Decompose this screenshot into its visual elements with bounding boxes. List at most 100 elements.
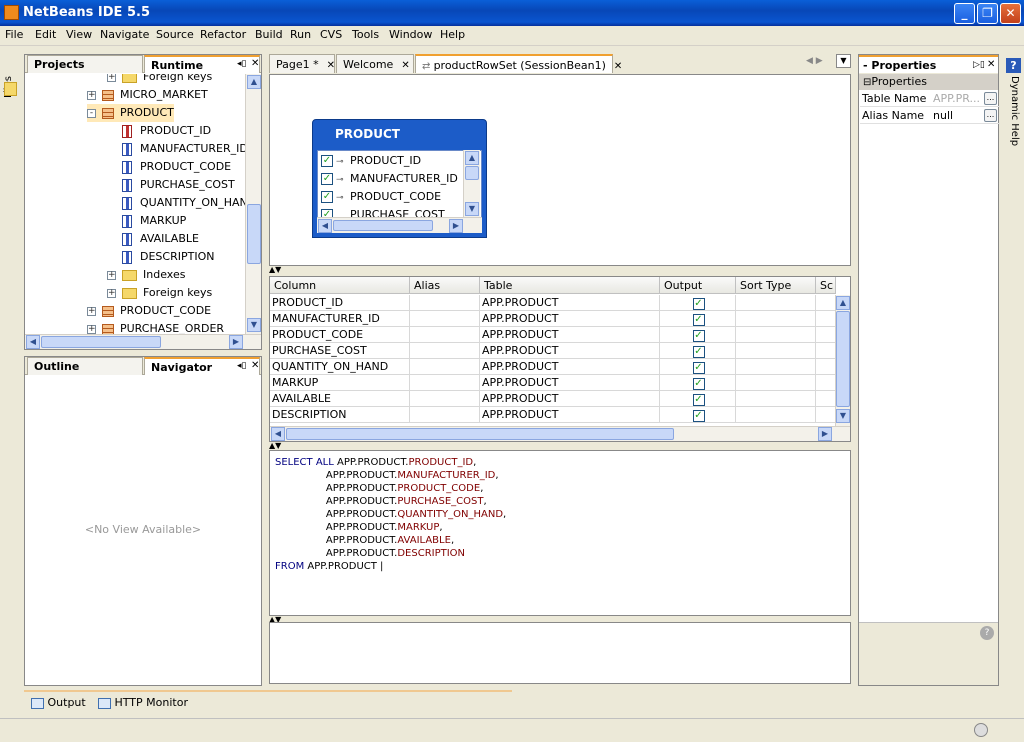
output-checkbox[interactable]: ✓ bbox=[692, 314, 705, 326]
tab-welcome[interactable]: Welcome ✕ bbox=[336, 54, 414, 73]
http-monitor-tab[interactable]: HTTP Monitor bbox=[98, 696, 188, 709]
grid-header-0[interactable]: Column bbox=[270, 277, 410, 294]
output-checkbox[interactable]: ✓ bbox=[692, 378, 705, 390]
menu-tools[interactable]: Tools bbox=[352, 28, 379, 41]
h-scroll-thumb[interactable] bbox=[41, 336, 161, 348]
tree-item[interactable]: + Foreign keys bbox=[107, 284, 212, 302]
expand-icon[interactable]: + bbox=[87, 324, 96, 334]
grid-cell-alias[interactable] bbox=[410, 407, 480, 423]
grid-cell-alias[interactable] bbox=[410, 343, 480, 359]
diagram-splitter-icon[interactable]: ▲▼ bbox=[269, 266, 851, 274]
output-checkbox[interactable]: ✓ bbox=[692, 298, 705, 310]
grid-cell-sort-type[interactable] bbox=[736, 359, 816, 375]
property-value[interactable]: null bbox=[933, 107, 953, 124]
close-window-button[interactable]: ✕ bbox=[1000, 3, 1021, 24]
menu-edit[interactable]: Edit bbox=[35, 28, 56, 41]
grid-cell-column[interactable]: QUANTITY_ON_HAND bbox=[270, 359, 410, 375]
grid-cell-output[interactable]: ✓ bbox=[660, 375, 736, 391]
scroll-right-icon[interactable]: ▶ bbox=[449, 219, 463, 233]
grid-cell-column[interactable]: PRODUCT_ID bbox=[270, 295, 410, 311]
output-checkbox[interactable]: ✓ bbox=[692, 410, 705, 422]
grid-cell-table[interactable]: APP.PRODUCT bbox=[480, 311, 660, 327]
menu-run[interactable]: Run bbox=[290, 28, 311, 41]
grid-cell-alias[interactable] bbox=[410, 327, 480, 343]
column-checkbox[interactable]: ✓ bbox=[321, 173, 333, 185]
tree-item[interactable]: PRODUCT_ID bbox=[122, 122, 211, 140]
tree-item[interactable]: + PRODUCT_CODE bbox=[87, 302, 211, 320]
scroll-up-icon[interactable]: ▲ bbox=[465, 151, 479, 165]
expand-icon[interactable]: + bbox=[107, 270, 116, 280]
tree-item[interactable]: PURCHASE_COST bbox=[122, 176, 235, 194]
grid-header-3[interactable]: Output bbox=[660, 277, 736, 294]
table-box-column[interactable]: ✓ ⊸ PRODUCT_CODE bbox=[321, 188, 441, 205]
grid-cell-sort-type[interactable] bbox=[736, 375, 816, 391]
minimize-button[interactable]: _ bbox=[954, 3, 975, 24]
scroll-left-icon[interactable]: ◀ bbox=[271, 427, 285, 441]
expand-icon[interactable]: + bbox=[87, 90, 96, 100]
grid-cell-sort-order[interactable] bbox=[816, 295, 836, 311]
tab-runtime[interactable]: Runtime ◂▯ ✕ bbox=[144, 55, 260, 73]
grid-cell-table[interactable]: APP.PRODUCT bbox=[480, 391, 660, 407]
dynamic-help-rail-tab[interactable]: Dynamic Help bbox=[1006, 76, 1020, 156]
tree-item[interactable]: MARKUP bbox=[122, 212, 186, 230]
tree-item[interactable]: + Foreign keys bbox=[107, 74, 212, 86]
menu-view[interactable]: View bbox=[66, 28, 92, 41]
expand-icon[interactable]: + bbox=[87, 306, 96, 316]
tree-item[interactable]: + MICRO_MARKET bbox=[87, 86, 208, 104]
minimize-panel-icon[interactable]: ▷▯ bbox=[973, 60, 985, 70]
output-checkbox[interactable]: ✓ bbox=[692, 346, 705, 358]
property-table-name[interactable]: Table Name APP.PR... ... bbox=[860, 90, 1000, 107]
grid-cell-output[interactable]: ✓ bbox=[660, 391, 736, 407]
grid-cell-sort-type[interactable] bbox=[736, 311, 816, 327]
grid-cell-output[interactable]: ✓ bbox=[660, 343, 736, 359]
menu-source[interactable]: Source bbox=[156, 28, 194, 41]
grid-cell-table[interactable]: APP.PRODUCT bbox=[480, 343, 660, 359]
scroll-left-icon[interactable]: ◀ bbox=[318, 219, 332, 233]
property-value[interactable]: APP.PR... bbox=[933, 90, 980, 107]
maximize-button[interactable]: ❐ bbox=[977, 3, 998, 24]
grid-cell-alias[interactable] bbox=[410, 359, 480, 375]
close-panel-icon[interactable]: ✕ bbox=[251, 58, 259, 69]
scroll-up-icon[interactable]: ▲ bbox=[836, 296, 850, 310]
table-box-vscroll[interactable]: ▲ ▼ bbox=[463, 150, 480, 218]
grid-cell-column[interactable]: PURCHASE_COST bbox=[270, 343, 410, 359]
table-box-column[interactable]: ✓ ⊸ PRODUCT_ID bbox=[321, 152, 421, 169]
grid-cell-sort-order[interactable] bbox=[816, 327, 836, 343]
output-checkbox[interactable]: ✓ bbox=[692, 330, 705, 342]
grid-cell-alias[interactable] bbox=[410, 295, 480, 311]
scroll-down-icon[interactable]: ▼ bbox=[465, 202, 479, 216]
tab-projects[interactable]: Projects bbox=[27, 55, 143, 73]
menu-file[interactable]: File bbox=[5, 28, 23, 41]
grid-cell-alias[interactable] bbox=[410, 391, 480, 407]
h-scroll-thumb[interactable] bbox=[286, 428, 674, 440]
scroll-thumb[interactable] bbox=[465, 166, 479, 180]
tree-item[interactable]: MANUFACTURER_ID bbox=[122, 140, 245, 158]
tree-item[interactable]: QUANTITY_ON_HAND bbox=[122, 194, 245, 212]
properties-section[interactable]: ⊟Properties bbox=[859, 74, 998, 90]
expand-icon[interactable]: + bbox=[107, 74, 116, 82]
tab-page1[interactable]: Page1 * ✕ bbox=[269, 54, 335, 73]
property-alias-name[interactable]: Alias Name null ... bbox=[860, 107, 1000, 124]
tree-item[interactable]: - PRODUCT bbox=[87, 104, 174, 122]
output-tab[interactable]: Output bbox=[31, 696, 86, 709]
grid-cell-sort-order[interactable] bbox=[816, 359, 836, 375]
grid-cell-table[interactable]: APP.PRODUCT bbox=[480, 359, 660, 375]
tab-list-dropdown-icon[interactable]: ▼ bbox=[836, 54, 851, 68]
memory-icon[interactable] bbox=[974, 723, 988, 737]
scroll-thumb[interactable] bbox=[247, 204, 261, 264]
grid-cell-column[interactable]: MANUFACTURER_ID bbox=[270, 311, 410, 327]
menu-help[interactable]: Help bbox=[440, 28, 465, 41]
grid-cell-column[interactable]: PRODUCT_CODE bbox=[270, 327, 410, 343]
scroll-thumb[interactable] bbox=[836, 311, 850, 407]
product-table-box[interactable]: PRODUCT ✓ ⊸ PRODUCT_ID ✓ ⊸ MANUFACTURER_ID ✓ ⊸ P… bbox=[312, 119, 487, 238]
grid-header-4[interactable]: Sort Type bbox=[736, 277, 816, 294]
scroll-down-icon[interactable]: ▼ bbox=[836, 409, 850, 423]
column-checkbox[interactable]: ✓ bbox=[321, 155, 333, 167]
grid-cell-sort-type[interactable] bbox=[736, 327, 816, 343]
tree-item[interactable]: DESCRIPTION bbox=[122, 248, 214, 266]
grid-header-5[interactable]: Sc bbox=[816, 277, 836, 294]
menu-navigate[interactable]: Navigate bbox=[100, 28, 149, 41]
tree-item[interactable]: + PURCHASE_ORDER bbox=[87, 320, 224, 334]
tab-productrowset[interactable]: ⇄ productRowSet (SessionBean1) ✕ bbox=[415, 54, 622, 73]
tree-item[interactable]: PRODUCT_CODE bbox=[122, 158, 231, 176]
